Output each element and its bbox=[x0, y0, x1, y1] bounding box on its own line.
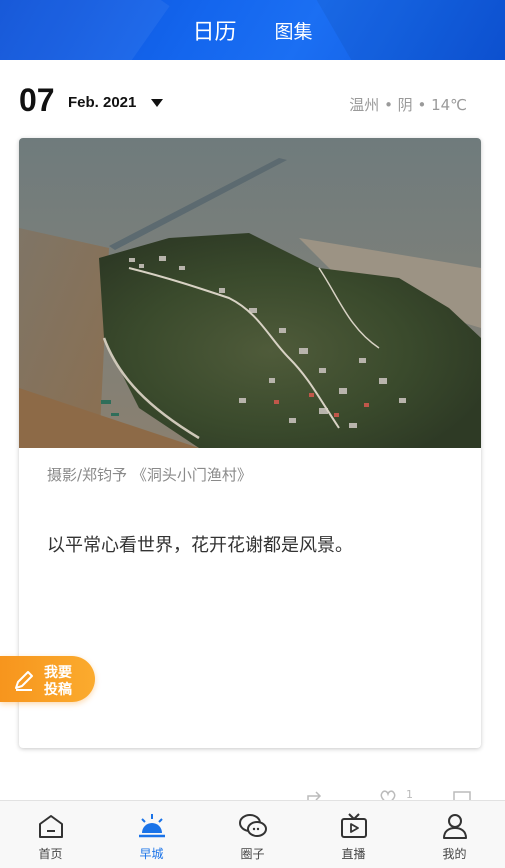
submit-label-line2: 投稿 bbox=[44, 682, 72, 698]
nav-item-circle[interactable]: 圈子 bbox=[202, 801, 303, 868]
like-count: 1 bbox=[406, 788, 413, 800]
heart-icon[interactable] bbox=[378, 790, 398, 800]
home-icon bbox=[39, 815, 63, 838]
daily-quote: 以平常心看世界，花开花谢都是风景。 bbox=[47, 535, 353, 556]
nav-item-home[interactable]: 首页 bbox=[0, 801, 101, 868]
tv-icon bbox=[341, 813, 367, 838]
comment-icon[interactable] bbox=[452, 790, 472, 800]
month-year-selector[interactable]: Feb. 2021 bbox=[68, 94, 136, 111]
photo-credit: 摄影/郑钧予 《洞头小门渔村》 bbox=[47, 466, 252, 484]
nav-label-zaocheng: 早城 bbox=[139, 847, 164, 861]
date-row: 07 Feb. 2021 温州 • 阴 • 14℃ bbox=[0, 62, 505, 142]
sunrise-icon bbox=[139, 814, 165, 838]
user-icon bbox=[443, 814, 467, 839]
nav-label-home: 首页 bbox=[38, 847, 63, 861]
top-header: 日历 图集 bbox=[0, 0, 505, 60]
card-actions: 1 bbox=[0, 786, 505, 800]
aerial-photo[interactable] bbox=[19, 138, 481, 448]
tab-calendar[interactable]: 日历 bbox=[192, 14, 236, 46]
submit-post-button[interactable]: 我要 投稿 bbox=[0, 656, 95, 702]
pen-icon bbox=[15, 671, 33, 691]
nav-item-zaocheng[interactable]: 早城 bbox=[101, 801, 202, 868]
weather-info: 温州 • 阴 • 14℃ bbox=[349, 96, 467, 114]
tab-gallery[interactable]: 图集 bbox=[275, 17, 313, 44]
day-number: 07 bbox=[19, 82, 55, 118]
nav-item-mine[interactable]: 我的 bbox=[404, 801, 505, 868]
nav-label-circle: 圈子 bbox=[240, 847, 265, 861]
bottom-nav: 首页 早城 圈子 直播 我的 bbox=[0, 800, 505, 868]
daily-card[interactable]: 摄影/郑钧予 《洞头小门渔村》 以平常心看世界，花开花谢都是风景。 bbox=[19, 138, 481, 748]
nav-item-live[interactable]: 直播 bbox=[303, 801, 404, 868]
nav-label-mine: 我的 bbox=[442, 847, 467, 861]
share-icon[interactable] bbox=[306, 790, 326, 800]
chat-icon bbox=[239, 814, 267, 837]
nav-label-live: 直播 bbox=[341, 847, 366, 861]
caret-down-icon[interactable] bbox=[151, 99, 163, 107]
